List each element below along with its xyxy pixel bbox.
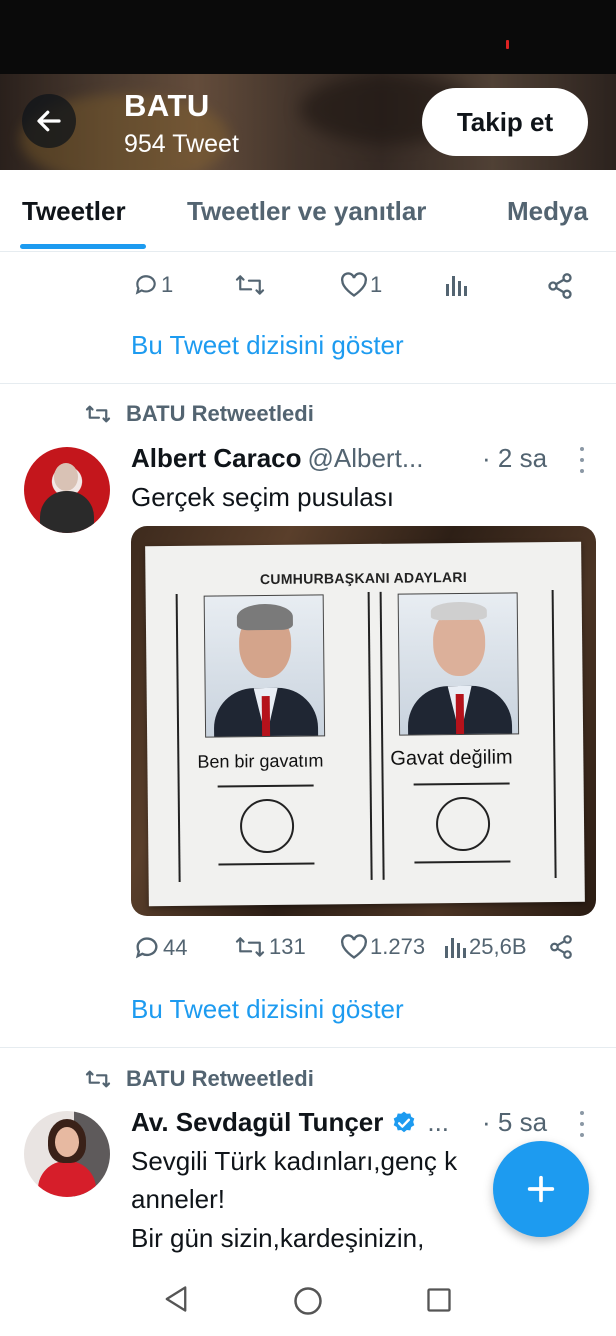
like-count: 1.273 [370,934,426,959]
nav-home-button[interactable] [293,1286,323,1321]
views-icon [446,276,467,296]
tweet-author[interactable]: Av. Sevdagül Tunçer ... [131,1107,449,1138]
share-button[interactable] [548,934,574,960]
ballot-paper: CUMHURBAŞKANI ADAYLARI Ben bir gavatım G… [145,541,585,907]
retweet-context: BATU Retweetledi [84,1066,314,1092]
tab-tweets-and-replies[interactable]: Tweetler ve yanıtlar [187,196,426,227]
follow-button[interactable]: Takip et [422,88,588,156]
verified-badge-icon [394,1111,415,1132]
show-thread-link[interactable]: Bu Tweet dizisini göster [131,994,404,1025]
nav-recents-button[interactable] [425,1286,453,1319]
compose-tweet-button[interactable] [493,1141,589,1237]
tweet-text-line: anneler! [131,1184,225,1214]
reply-button[interactable]: 44 [133,934,187,962]
like-button[interactable]: 1 [340,272,382,298]
avatar[interactable] [24,1111,110,1197]
candidate-photo-right [397,592,520,736]
views-button[interactable] [444,272,468,298]
tweet-time[interactable]: · 5 sa [482,1107,547,1138]
like-button[interactable]: 1.273 [340,934,425,960]
share-icon [550,935,572,959]
tab-tweets[interactable]: Tweetler [22,196,126,227]
nav-back-icon [165,1286,187,1312]
like-icon [341,934,367,959]
profile-tabs: Tweetler Tweetler ve yanıtlar Medya [0,170,616,252]
more-icon[interactable] [578,1111,586,1137]
divider [0,1047,616,1048]
profile-header: BATU 954 Tweet Takip et [0,74,616,170]
author-name[interactable]: Av. Sevdagül Tunçer [131,1107,383,1138]
retweet-button[interactable]: 131 [233,934,306,960]
back-arrow-icon [37,110,61,132]
retweet-icon [85,405,111,423]
reply-button[interactable]: 1 [133,272,173,298]
more-icon[interactable] [578,447,586,473]
vote-circle-right [435,796,491,852]
vote-circle-left [239,798,295,854]
tweet-image[interactable]: CUMHURBAŞKANI ADAYLARI Ben bir gavatım G… [131,526,596,916]
reply-count: 44 [163,935,188,960]
profile-name: BATU [124,88,210,123]
ballot-title: CUMHURBAŞKANI ADAYLARI [259,568,468,588]
avatar[interactable] [24,447,110,533]
author-handle[interactable]: @Albert... [308,443,424,474]
author-name[interactable]: Albert Caraco [131,443,302,474]
status-bar [0,0,616,74]
nav-back-button[interactable] [162,1284,190,1319]
author-handle[interactable]: ... [427,1107,449,1138]
share-button[interactable] [546,272,574,300]
tweet-author[interactable]: Albert Caraco @Albert... [131,443,423,474]
tweet-actions: 1 1 [0,268,616,308]
reply-icon [135,275,156,295]
views-count: 25,6B [469,934,527,959]
compose-plus-icon [527,1175,555,1203]
nav-recents-icon [427,1288,451,1312]
back-button[interactable] [22,94,76,148]
tab-media[interactable]: Medya [507,196,588,227]
views-icon [445,938,466,958]
tweet-actions: 44 131 1.273 25,6B [0,930,616,970]
candidate-caption-right: Gavat değilim [390,746,513,770]
retweet-count: 131 [269,934,306,959]
tweet-text-line: Bir gün sizin,kardeşinizin, [131,1223,425,1253]
retweet-icon [85,1070,111,1088]
divider [0,383,616,384]
reply-count: 1 [161,272,174,297]
candidate-photo-left [203,594,326,738]
system-navigation-bar [0,1262,616,1336]
share-icon [548,273,572,299]
tweet-text-line: Sevgili Türk kadınları,genç k [131,1146,458,1176]
like-icon [341,272,367,297]
retweet-icon [235,275,265,295]
active-tab-indicator [20,244,146,249]
recording-indicator-icon [506,40,509,49]
retweet-context: BATU Retweetledi [84,401,314,427]
candidate-caption-left: Ben bir gavatım [197,750,324,772]
retweet-button[interactable] [233,272,267,298]
reply-icon [135,937,158,959]
tweet-time[interactable]: · 2 sa [482,443,547,474]
retweet-icon [235,937,265,957]
show-thread-link[interactable]: Bu Tweet dizisini göster [131,330,404,361]
tweet-text: Gerçek seçim pusulası [131,482,394,512]
like-count: 1 [370,272,383,297]
tweet-count: 954 Tweet [124,130,239,158]
nav-home-icon [294,1287,322,1315]
views-button[interactable]: 25,6B [443,934,527,960]
